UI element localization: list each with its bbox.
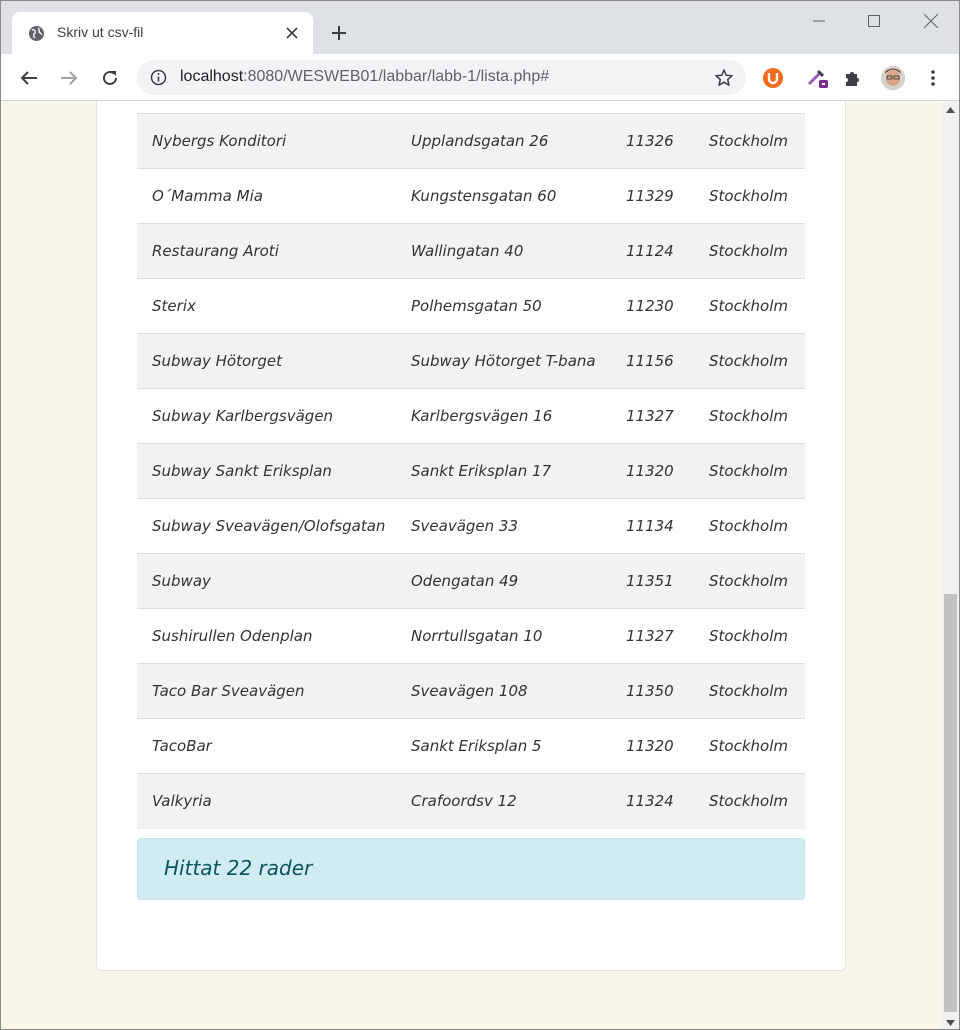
cell-address: Norrtullsgatan 10 <box>411 627 543 645</box>
cell-zip: 11230 <box>626 297 674 315</box>
eyedropper-icon[interactable] <box>804 64 832 92</box>
address-bar[interactable]: localhost:8080/WESWEB01/labbar/labb-1/li… <box>137 60 746 95</box>
cell-city: Stockholm <box>709 627 788 645</box>
table-row: Restaurang Aroti Wallingatan 40 11124 Stock… <box>137 223 805 279</box>
maximize-icon[interactable] <box>859 7 889 35</box>
cell-zip: 11326 <box>626 132 674 150</box>
cell-city: Stockholm <box>709 242 788 260</box>
tab-strip: Skriv ut csv-fil <box>1 1 959 54</box>
table-row: Subway Odengatan 49 11351 Stockholm <box>137 553 805 609</box>
cell-name: Subway Hötorget <box>152 352 282 370</box>
cell-city: Stockholm <box>709 572 788 590</box>
cell-name: Subway Karlbergsvägen <box>152 407 334 425</box>
cell-name: O´Mamma Mia <box>152 187 263 205</box>
cell-name: Subway Sankt Eriksplan <box>152 462 332 480</box>
cell-city: Stockholm <box>709 297 788 315</box>
cell-address: Subway Hötorget T-bana <box>411 352 596 370</box>
table-row: Subway Sankt Eriksplan Sankt Eriksplan 17… <box>137 443 805 499</box>
cell-address: Upplandsgatan 26 <box>411 132 549 150</box>
table-row: TacoBar Sankt Eriksplan 5 11320 Stockholm <box>137 718 805 774</box>
cell-zip: 11351 <box>626 572 674 590</box>
globe-icon <box>28 25 45 42</box>
ublock-icon[interactable] <box>759 64 787 92</box>
cell-city: Stockholm <box>709 462 788 480</box>
info-icon[interactable] <box>150 69 167 86</box>
close-icon[interactable] <box>283 24 301 42</box>
vertical-scrollbar[interactable] <box>942 101 959 1029</box>
cell-name: TacoBar <box>152 737 212 755</box>
cell-name: Taco Bar Sveavägen <box>152 682 305 700</box>
table-row: Valkyria Crafoordsv 12 11324 Stockholm <box>137 773 805 829</box>
table-row: Subway Karlbergsvägen Karlbergsvägen 16 11… <box>137 388 805 444</box>
plus-icon[interactable] <box>327 21 351 45</box>
scroll-up-arrow-icon[interactable] <box>942 101 959 118</box>
cell-city: Stockholm <box>709 682 788 700</box>
cell-zip: 11134 <box>626 517 674 535</box>
cell-address: Wallingatan 40 <box>411 242 524 260</box>
table-row: Nybergs Konditori Upplandsgatan 26 11326 St… <box>137 113 805 169</box>
star-icon[interactable] <box>714 68 734 88</box>
results-table-body: Nybergs Konditori Upplandsgatan 26 11326 St… <box>137 113 805 829</box>
cell-city: Stockholm <box>709 737 788 755</box>
cell-address: Karlbergsvägen 16 <box>411 407 553 425</box>
cell-city: Stockholm <box>709 517 788 535</box>
window-close-icon[interactable] <box>916 7 946 35</box>
cell-zip: 11329 <box>626 187 674 205</box>
cell-name: Subway Sveavägen/Olofsgatan <box>152 517 386 535</box>
cell-name: Sterix <box>152 297 196 315</box>
table-row: Subway Sveavägen/Olofsgatan Sveavägen 33 1… <box>137 498 805 554</box>
cell-name: Restaurang Aroti <box>152 242 279 260</box>
browser-window: Skriv ut csv-fil localhost:8080/WESWEB01… <box>0 0 960 1030</box>
minimize-icon[interactable] <box>804 7 834 35</box>
cell-address: Sankt Eriksplan 5 <box>411 737 542 755</box>
cell-zip: 11327 <box>626 407 674 425</box>
url-host: localhost <box>180 68 244 85</box>
back-arrow-icon[interactable] <box>15 64 43 92</box>
cell-address: Crafoordsv 12 <box>411 792 517 811</box>
cell-name: Sushirullen Odenplan <box>152 627 313 645</box>
forward-arrow-icon[interactable] <box>55 64 83 92</box>
cell-name: Subway <box>152 572 211 590</box>
url-path: :8080/WESWEB01/labbar/labb-1/lista.php# <box>243 68 550 85</box>
browser-toolbar: localhost:8080/WESWEB01/labbar/labb-1/li… <box>1 54 959 101</box>
cell-address: Sveavägen 33 <box>411 517 518 535</box>
cell-zip: 11156 <box>626 352 674 370</box>
cell-address: Kungstensgatan 60 <box>411 187 557 205</box>
scroll-down-arrow-icon[interactable] <box>942 1014 959 1029</box>
cell-city: Stockholm <box>709 407 788 425</box>
table-row: Subway Hötorget Subway Hötorget T-bana 111… <box>137 333 805 389</box>
cell-zip: 11327 <box>626 627 674 645</box>
cell-address: Polhemsgatan 50 <box>411 297 542 315</box>
avatar[interactable] <box>881 66 905 90</box>
page-viewport: Nybergs Konditori Upplandsgatan 26 11326 St… <box>1 101 942 1029</box>
cell-city: Stockholm <box>709 132 788 150</box>
reload-icon[interactable] <box>96 64 124 92</box>
table-row: Taco Bar Sveavägen Sveavägen 108 11350 Stoc… <box>137 663 805 719</box>
result-count-alert: Hittat 22 rader <box>137 838 805 900</box>
url-text: localhost:8080/WESWEB01/labbar/labb-1/li… <box>180 68 549 86</box>
table-row: Sterix Polhemsgatan 50 11230 Stockholm <box>137 278 805 334</box>
tab-title: Skriv ut csv-fil <box>57 24 144 40</box>
cell-city: Stockholm <box>709 352 788 370</box>
scrollbar-thumb[interactable] <box>944 594 957 1012</box>
cell-zip: 11324 <box>626 792 674 811</box>
cell-zip: 11350 <box>626 682 674 700</box>
puzzle-icon[interactable] <box>839 64 867 92</box>
cell-name: Nybergs Konditori <box>152 132 287 150</box>
cell-zip: 11320 <box>626 737 674 755</box>
results-table: Nybergs Konditori Upplandsgatan 26 11326 St… <box>137 113 805 829</box>
content-card: Nybergs Konditori Upplandsgatan 26 11326 St… <box>96 101 846 971</box>
cell-name: Valkyria <box>152 792 212 811</box>
cell-address: Sveavägen 108 <box>411 682 528 700</box>
table-row: O´Mamma Mia Kungstensgatan 60 11329 Stockho… <box>137 168 805 224</box>
cell-address: Odengatan 49 <box>411 572 519 590</box>
cell-address: Sankt Eriksplan 17 <box>411 462 552 480</box>
cell-city: Stockholm <box>709 187 788 205</box>
kebab-menu-icon[interactable] <box>919 64 947 92</box>
browser-tab[interactable]: Skriv ut csv-fil <box>12 12 313 54</box>
cell-zip: 11124 <box>626 242 674 260</box>
cell-city: Stockholm <box>709 792 788 811</box>
cell-zip: 11320 <box>626 462 674 480</box>
table-row: Sushirullen Odenplan Norrtullsgatan 10 113… <box>137 608 805 664</box>
